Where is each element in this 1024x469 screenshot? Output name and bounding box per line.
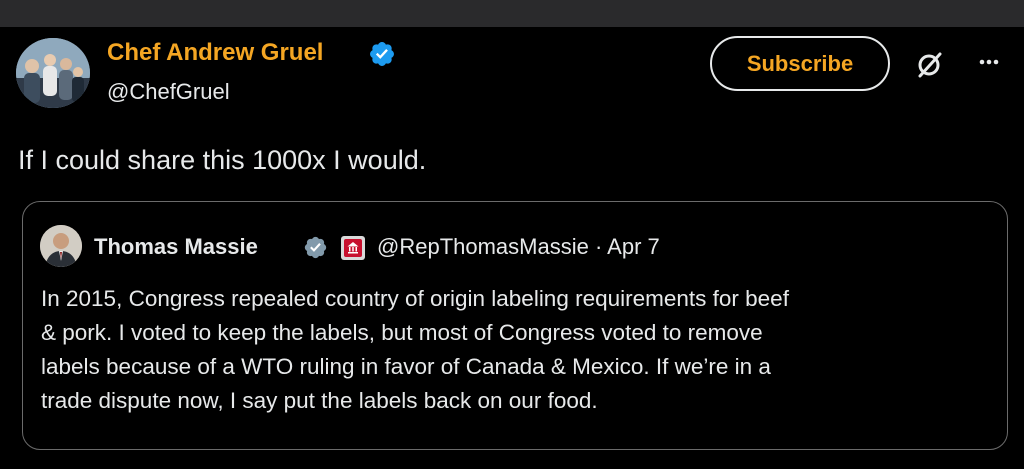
government-verified-badge-icon <box>304 236 327 259</box>
us-house-affiliate-icon[interactable] <box>341 236 365 260</box>
quoted-author-avatar[interactable] <box>40 225 82 267</box>
author-avatar[interactable] <box>16 38 90 108</box>
more-options-icon[interactable] <box>974 47 1004 77</box>
verified-badge-icon <box>370 42 394 66</box>
quoted-author-name[interactable]: Thomas Massie <box>94 233 258 261</box>
subscribe-button[interactable]: Subscribe <box>710 36 890 91</box>
post-body-text: If I could share this 1000x I would. <box>18 145 427 175</box>
top-app-bar-strip <box>0 0 1024 27</box>
grok-icon[interactable] <box>914 50 944 80</box>
quoted-post-body-text: In 2015, Congress repealed country of or… <box>41 286 789 413</box>
author-name[interactable]: Chef Andrew Gruel <box>107 38 323 68</box>
quoted-author-handle-and-date[interactable]: @RepThomasMassie · Apr 7 <box>377 233 660 261</box>
author-handle[interactable]: @ChefGruel <box>107 77 230 107</box>
